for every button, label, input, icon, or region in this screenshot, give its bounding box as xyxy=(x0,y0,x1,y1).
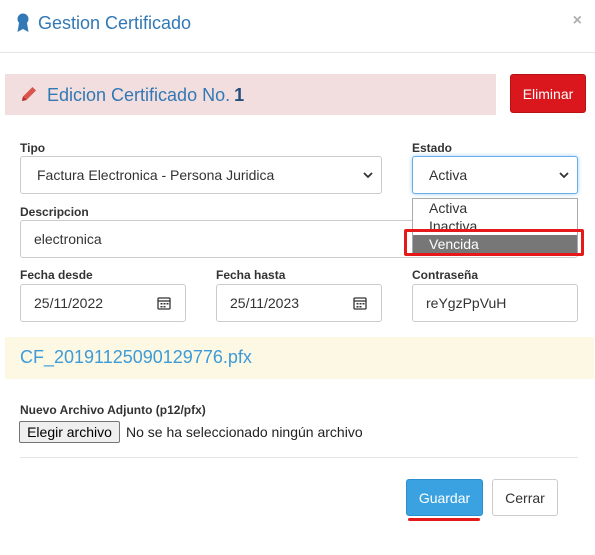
contrasena-value: reYgzPpVuH xyxy=(426,295,507,311)
delete-button[interactable]: Eliminar xyxy=(510,74,586,113)
tipo-value: Factura Electronica - Persona Juridica xyxy=(37,167,275,183)
divider xyxy=(20,457,578,458)
tipo-select[interactable]: Factura Electronica - Persona Juridica xyxy=(20,156,382,194)
save-underline xyxy=(408,518,480,521)
estado-label: Estado xyxy=(412,141,453,155)
descripcion-value: electronica xyxy=(34,231,102,247)
fecha-desde-label: Fecha desde xyxy=(20,268,93,282)
choose-file-button[interactable]: Elegir archivo xyxy=(19,421,120,443)
file-status: No se ha seleccionado ningún archivo xyxy=(126,424,363,440)
fecha-desde-input[interactable]: 25/11/2022 xyxy=(20,284,186,322)
certificate-modal: Gestion Certificado × Edicion Certificad… xyxy=(0,0,595,555)
estado-select[interactable]: Activa xyxy=(412,156,578,194)
tipo-label: Tipo xyxy=(20,141,46,155)
attachment-label: Nuevo Archivo Adjunto (p12/pfx) xyxy=(20,403,206,417)
current-file-bar: CF_20191125090129776.pfx xyxy=(5,337,594,379)
award-icon xyxy=(17,13,29,32)
current-file-link[interactable]: CF_20191125090129776.pfx xyxy=(20,347,252,368)
close-button[interactable]: Cerrar xyxy=(492,479,558,516)
highlight-box xyxy=(404,229,584,256)
chevron-down-icon xyxy=(363,172,373,179)
contrasena-input[interactable]: reYgzPpVuH xyxy=(412,284,578,322)
edit-banner: Edicion Certificado No. 1 xyxy=(5,74,496,115)
save-button[interactable]: Guardar xyxy=(406,479,483,516)
pencil-icon xyxy=(22,87,36,101)
option-activa[interactable]: Activa xyxy=(413,199,577,217)
fecha-hasta-input[interactable]: 25/11/2023 xyxy=(216,284,382,322)
estado-value: Activa xyxy=(429,167,468,183)
certificate-number: 1 xyxy=(234,85,245,105)
fecha-hasta-value: 25/11/2023 xyxy=(230,295,300,311)
fecha-desde-value: 25/11/2022 xyxy=(34,295,104,311)
banner-title: Edicion Certificado No. 1 xyxy=(47,85,245,105)
fecha-hasta-label: Fecha hasta xyxy=(216,268,286,282)
calendar-icon[interactable] xyxy=(353,296,367,310)
modal-title: Gestion Certificado xyxy=(38,13,192,33)
close-icon[interactable]: × xyxy=(573,12,582,30)
modal-header: Gestion Certificado × xyxy=(0,0,595,53)
chevron-down-icon xyxy=(559,172,569,179)
contrasena-label: Contraseña xyxy=(412,268,479,282)
descripcion-label: Descripcion xyxy=(20,205,89,219)
calendar-icon[interactable] xyxy=(157,296,171,310)
